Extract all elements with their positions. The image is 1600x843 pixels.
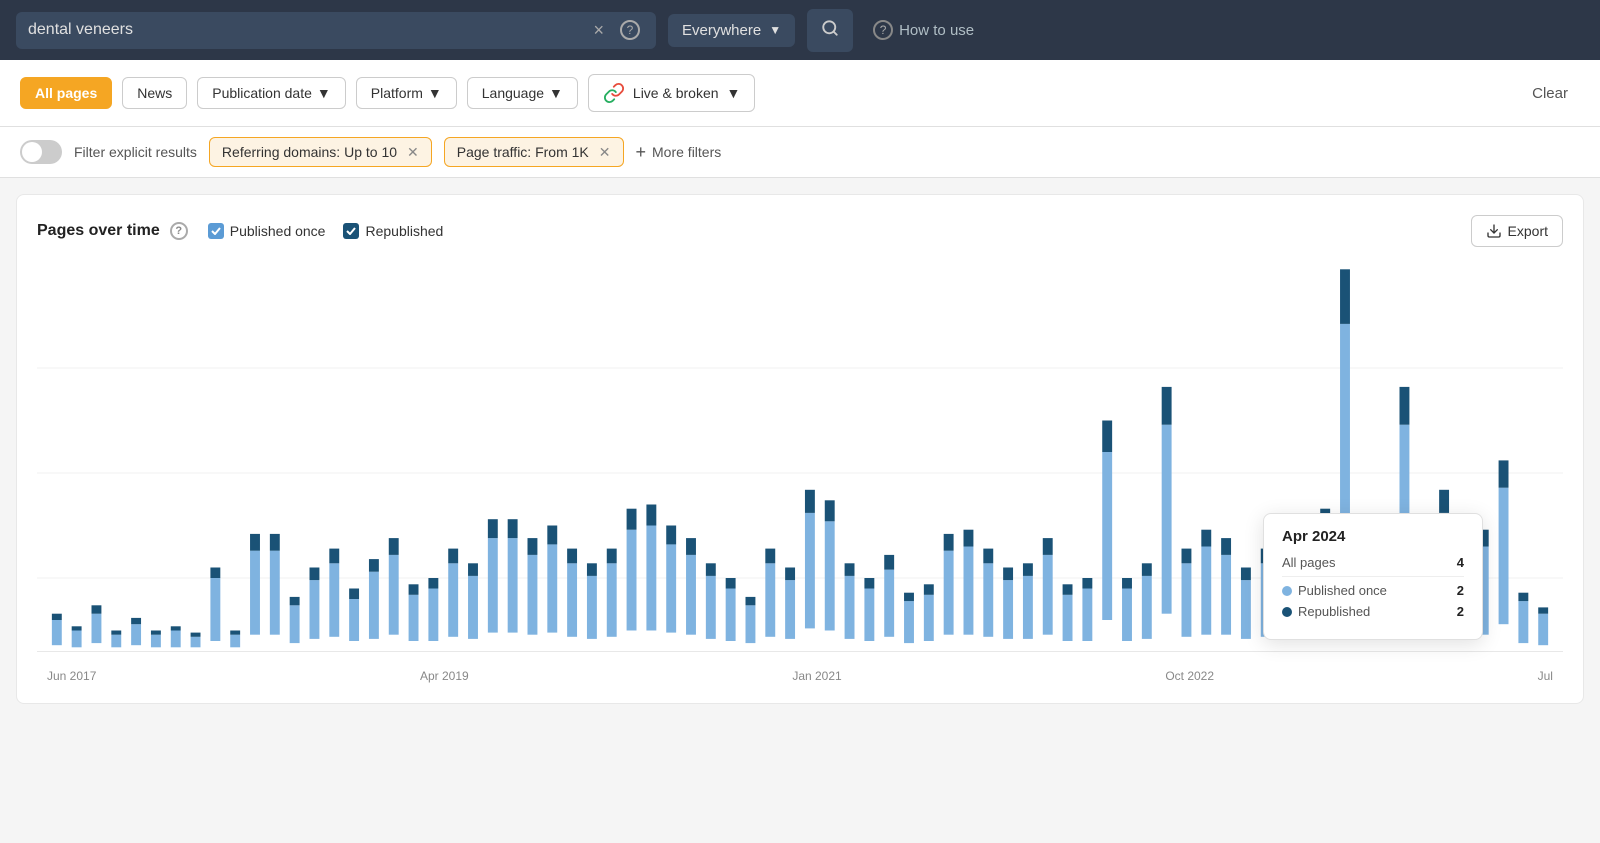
x-label-3: Jan 2021 — [792, 669, 841, 683]
filter-bar: All pages News Publication date ▼ Platfo… — [0, 60, 1600, 127]
search-icon — [821, 24, 839, 41]
republished-dot — [1282, 607, 1292, 617]
chevron-down-icon: ▼ — [549, 85, 563, 101]
chip2-label: Page traffic: From 1K — [457, 144, 589, 160]
help-circle-icon: ? — [873, 20, 893, 40]
plus-icon: + — [636, 142, 647, 163]
live-broken-filter-button[interactable]: Live & broken ▼ — [588, 74, 755, 112]
chevron-down-icon: ▼ — [769, 23, 781, 37]
chart-container: Apr 2024 All pages 4 Published once 2 Re… — [37, 263, 1563, 683]
tooltip-republished-label: Republished — [1282, 604, 1370, 619]
language-label: Language — [482, 85, 544, 101]
tooltip-republished-text: Republished — [1298, 604, 1370, 619]
x-label-2: Apr 2019 — [420, 669, 469, 683]
tooltip-published-once-row: Published once 2 — [1282, 583, 1464, 598]
chevron-down-icon: ▼ — [317, 85, 331, 101]
language-filter-button[interactable]: Language ▼ — [467, 77, 578, 109]
x-axis-labels: Jun 2017 Apr 2019 Jan 2021 Oct 2022 Jul — [37, 669, 1563, 683]
chart-title: Pages over time ? — [37, 222, 188, 240]
published-once-checkbox[interactable]: Published once — [208, 223, 326, 239]
tooltip-published-once-label: Published once — [1282, 583, 1387, 598]
published-once-label: Published once — [230, 223, 326, 239]
everywhere-dropdown[interactable]: Everywhere ▼ — [668, 14, 795, 47]
chip1-label: Referring domains: Up to 10 — [222, 144, 397, 160]
tooltip-all-pages-label: All pages — [1282, 555, 1335, 570]
clear-button[interactable]: Clear — [1520, 78, 1580, 109]
search-bar: × ? — [16, 12, 656, 49]
filter-explicit-label: Filter explicit results — [74, 144, 197, 160]
news-filter-button[interactable]: News — [122, 77, 187, 109]
x-label-4: Oct 2022 — [1165, 669, 1214, 683]
search-help-button[interactable]: ? — [616, 20, 644, 40]
x-label-5: Jul — [1538, 669, 1553, 683]
tooltip-all-pages-value: 4 — [1457, 555, 1464, 570]
tooltip-published-once-value: 2 — [1457, 583, 1464, 598]
clear-search-button[interactable]: × — [589, 20, 608, 41]
checkbox-dark-blue-icon — [343, 223, 359, 239]
active-filters-bar: Filter explicit results Referring domain… — [0, 127, 1600, 178]
clear-label: Clear — [1532, 85, 1568, 102]
tooltip-republished-value: 2 — [1457, 604, 1464, 619]
chip1-close-button[interactable]: ✕ — [407, 145, 419, 159]
news-label: News — [137, 85, 172, 101]
republished-checkbox[interactable]: Republished — [343, 223, 443, 239]
close-icon: × — [593, 20, 604, 40]
download-icon — [1486, 223, 1502, 239]
tooltip-republished-row: Republished 2 — [1282, 604, 1464, 619]
publication-date-label: Publication date — [212, 85, 312, 101]
help-icon: ? — [620, 20, 640, 40]
export-button[interactable]: Export — [1471, 215, 1563, 247]
checkbox-blue-icon — [208, 223, 224, 239]
more-filters-label: More filters — [652, 144, 721, 160]
chart-header: Pages over time ? Published once Republi… — [37, 215, 1563, 247]
live-broken-label: Live & broken — [633, 85, 719, 101]
publication-date-filter-button[interactable]: Publication date ▼ — [197, 77, 346, 109]
chevron-down-icon: ▼ — [727, 85, 741, 101]
platform-filter-button[interactable]: Platform ▼ — [356, 77, 457, 109]
tooltip-all-pages-row: All pages 4 — [1282, 555, 1464, 570]
chart-section: Pages over time ? Published once Republi… — [16, 194, 1584, 704]
tooltip-published-once-text: Published once — [1298, 583, 1387, 598]
x-label-1: Jun 2017 — [47, 669, 96, 683]
header: × ? Everywhere ▼ ? How to use — [0, 0, 1600, 60]
published-once-dot — [1282, 586, 1292, 596]
page-traffic-chip: Page traffic: From 1K ✕ — [444, 137, 624, 167]
chart-checkboxes: Published once Republished — [208, 223, 444, 239]
chevron-down-icon: ▼ — [428, 85, 442, 101]
tooltip-all-pages-text: All pages — [1282, 555, 1335, 570]
tooltip-title: Apr 2024 — [1282, 528, 1464, 545]
how-to-use-link[interactable]: ? How to use — [873, 20, 974, 40]
chart-tooltip: Apr 2024 All pages 4 Published once 2 Re… — [1263, 513, 1483, 640]
more-filters-button[interactable]: + More filters — [636, 142, 722, 163]
all-pages-label: All pages — [35, 85, 97, 101]
export-label: Export — [1508, 223, 1548, 239]
search-button[interactable] — [807, 9, 853, 52]
all-pages-filter-button[interactable]: All pages — [20, 77, 112, 109]
platform-label: Platform — [371, 85, 423, 101]
chart-help-icon[interactable]: ? — [170, 222, 188, 240]
referring-domains-chip: Referring domains: Up to 10 ✕ — [209, 137, 432, 167]
everywhere-label: Everywhere — [682, 22, 761, 39]
link-icon — [603, 82, 625, 104]
chart-title-text: Pages over time — [37, 222, 160, 240]
republished-label: Republished — [365, 223, 443, 239]
chip2-close-button[interactable]: ✕ — [599, 145, 611, 159]
how-to-use-label: How to use — [899, 22, 974, 39]
search-input[interactable] — [28, 21, 581, 39]
explicit-filter-toggle[interactable] — [20, 140, 62, 164]
